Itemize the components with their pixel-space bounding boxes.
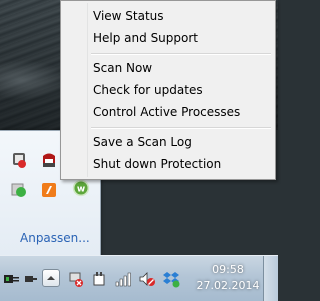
- green-status-icon[interactable]: [10, 181, 28, 199]
- plug-icon[interactable]: [21, 270, 39, 288]
- menu-item-control-active-processes[interactable]: Control Active Processes: [63, 101, 273, 123]
- context-menu: View Status Help and Support Scan Now Ch…: [60, 0, 276, 180]
- antivirus-alert-icon[interactable]: [40, 151, 58, 169]
- menu-separator: [91, 53, 271, 55]
- orange-app-icon[interactable]: [40, 181, 58, 199]
- clock-date: 27.02.2014: [196, 279, 260, 292]
- menu-item-scan-now[interactable]: Scan Now: [63, 57, 273, 79]
- taskbar: 09:58 27.02.2014: [0, 255, 278, 301]
- svg-text:w: w: [77, 184, 85, 194]
- menu-separator: [91, 127, 271, 129]
- show-hidden-icons-button[interactable]: [42, 269, 60, 287]
- network-disabled-icon[interactable]: [67, 270, 85, 288]
- battery-plug-icon[interactable]: [3, 270, 21, 288]
- menu-item-save-scan-log[interactable]: Save a Scan Log: [63, 131, 273, 153]
- signal-bars-icon[interactable]: [114, 270, 132, 288]
- show-desktop-button[interactable]: [263, 256, 278, 301]
- security-shield-icon[interactable]: [10, 151, 28, 169]
- chevron-up-icon: [47, 276, 55, 280]
- dropbox-icon[interactable]: [162, 270, 180, 288]
- menu-item-check-for-updates[interactable]: Check for updates: [63, 79, 273, 101]
- speaker-muted-icon[interactable]: [138, 270, 156, 288]
- menu-item-help-and-support[interactable]: Help and Support: [63, 27, 273, 49]
- taskbar-clock[interactable]: 09:58 27.02.2014: [196, 262, 260, 294]
- clock-time: 09:58: [212, 263, 244, 276]
- menu-item-shut-down-protection[interactable]: Shut down Protection: [63, 153, 273, 175]
- power-icon[interactable]: [90, 270, 108, 288]
- customize-link[interactable]: Anpassen...: [20, 231, 90, 245]
- menu-item-view-status[interactable]: View Status: [63, 5, 273, 27]
- webroot-icon[interactable]: w: [72, 179, 90, 197]
